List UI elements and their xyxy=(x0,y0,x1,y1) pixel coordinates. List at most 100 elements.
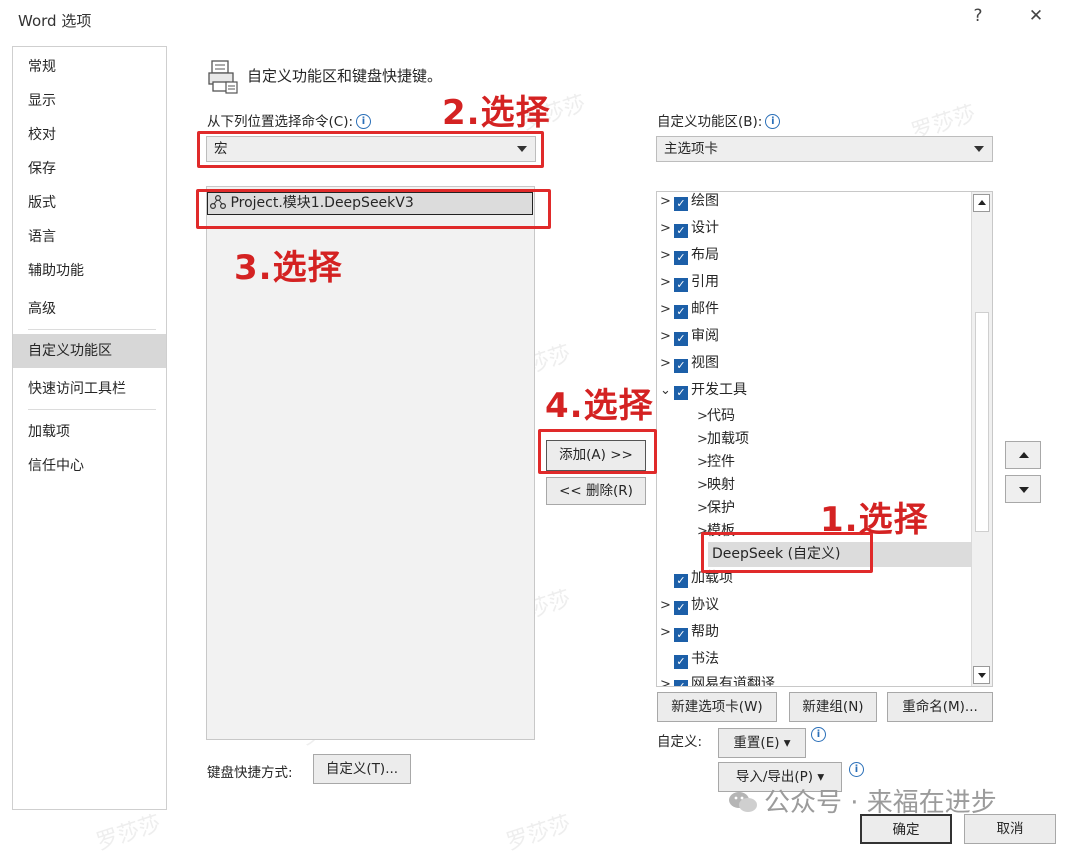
tree-item-youdao[interactable]: >✓网易有道翻译 xyxy=(660,671,775,686)
checkbox-checked-icon[interactable]: ✓ xyxy=(674,574,688,588)
annotation-step3: 3.选择 xyxy=(234,248,343,288)
sidebar-item-layout[interactable]: 版式 xyxy=(13,186,166,220)
tree-item-label: 代码 xyxy=(707,408,735,424)
checkbox-checked-icon[interactable]: ✓ xyxy=(674,305,688,319)
checkbox-checked-icon[interactable]: ✓ xyxy=(674,197,688,211)
page-title: 自定义功能区和键盘快捷键。 xyxy=(247,67,443,85)
sidebar-item-trust-center[interactable]: 信任中心 xyxy=(13,449,166,483)
chevron-right-icon: > xyxy=(660,329,671,344)
tree-item-label: 帮助 xyxy=(691,624,719,640)
tree-scrollbar[interactable] xyxy=(971,192,992,686)
chevron-down-icon xyxy=(974,146,984,152)
move-up-button[interactable] xyxy=(1005,441,1041,469)
reset-button[interactable]: 重置(E) ▾ xyxy=(718,728,806,758)
tree-item-design[interactable]: > ✓ 设计 xyxy=(660,215,719,241)
checkbox-checked-icon[interactable]: ✓ xyxy=(674,278,688,292)
sidebar-item-customize-ribbon[interactable]: 自定义功能区 xyxy=(13,334,166,368)
checkbox-checked-icon[interactable]: ✓ xyxy=(674,251,688,265)
tree-item-label: 加载项 xyxy=(707,431,749,447)
checkbox-checked-icon[interactable]: ✓ xyxy=(674,224,688,238)
scrollbar-thumb[interactable] xyxy=(975,312,989,532)
chevron-right-icon: > xyxy=(660,194,671,209)
scroll-up-arrow-icon[interactable] xyxy=(973,194,990,212)
customize-ribbon-label: 自定义功能区(B): i xyxy=(657,110,781,130)
checkbox-checked-icon[interactable]: ✓ xyxy=(674,655,688,669)
new-group-button[interactable]: 新建组(N) xyxy=(789,692,877,722)
tree-item-label: 映射 xyxy=(707,477,735,493)
sidebar-item-language[interactable]: 语言 xyxy=(13,220,166,254)
tree-item-label: 引用 xyxy=(691,274,719,290)
checkbox-checked-icon[interactable]: ✓ xyxy=(674,359,688,373)
chevron-right-icon: > xyxy=(660,275,671,290)
move-down-button[interactable] xyxy=(1005,475,1041,503)
info-icon: i xyxy=(356,114,372,129)
customizations-label: 自定义: xyxy=(657,734,703,750)
chevron-right-icon: > xyxy=(660,356,671,371)
keyboard-shortcuts-label: 键盘快捷方式: xyxy=(207,765,293,781)
tree-item-help[interactable]: > ✓ 帮助 xyxy=(660,619,719,645)
tree-item-label: 布局 xyxy=(691,247,719,263)
tree-item-label: 邮件 xyxy=(691,301,719,317)
annotation-step1: 1.选择 xyxy=(820,500,929,540)
checkbox-checked-icon[interactable]: ✓ xyxy=(674,680,688,686)
info-icon: i xyxy=(808,727,826,743)
annotation-step4: 4.选择 xyxy=(545,386,654,426)
tree-item-developer[interactable]: ⌄ ✓ 开发工具 xyxy=(660,377,747,403)
chevron-right-icon: > xyxy=(660,248,671,263)
sidebar-item-advanced[interactable]: 高级 xyxy=(13,292,166,326)
tree-item-mailings[interactable]: > ✓ 邮件 xyxy=(660,296,719,322)
annotation-box-step3 xyxy=(196,189,551,229)
tree-item-references[interactable]: > ✓ 引用 xyxy=(660,269,719,295)
chevron-right-icon: > xyxy=(660,302,671,317)
sidebar-item-quick-access-toolbar[interactable]: 快速访问工具栏 xyxy=(13,372,166,406)
customize-ribbon-dropdown[interactable]: 主选项卡 xyxy=(656,136,993,162)
checkbox-checked-icon[interactable]: ✓ xyxy=(674,332,688,346)
rename-button[interactable]: 重命名(M)... xyxy=(887,692,993,722)
tree-item-label: 网易有道翻译 xyxy=(691,676,775,686)
customize-ribbon-label-text: 自定义功能区(B): xyxy=(657,114,763,130)
choose-commands-label-text: 从下列位置选择命令(C): xyxy=(207,114,354,130)
tree-item-draw[interactable]: > ✓ 绘图 xyxy=(660,188,719,214)
tree-item-label: 绘图 xyxy=(691,193,719,209)
tree-item-review[interactable]: > ✓ 审阅 xyxy=(660,323,719,349)
chevron-right-icon: > xyxy=(660,625,671,640)
checkbox-checked-icon[interactable]: ✓ xyxy=(674,601,688,615)
annotation-box-step2 xyxy=(197,131,544,168)
chevron-right-icon: > xyxy=(660,677,671,686)
scroll-down-arrow-icon[interactable] xyxy=(973,666,990,684)
watermark-text: 罗莎莎 xyxy=(503,811,575,856)
annotation-step2: 2.选择 xyxy=(442,93,551,133)
tree-item-layout[interactable]: > ✓ 布局 xyxy=(660,242,719,268)
new-tab-button[interactable]: 新建选项卡(W) xyxy=(657,692,777,722)
sidebar-item-save[interactable]: 保存 xyxy=(13,152,166,186)
sidebar-divider xyxy=(28,329,156,330)
wechat-watermark: 公众号 · 来福在进步 xyxy=(728,782,997,819)
tree-item-label: 协议 xyxy=(691,597,719,613)
checkbox-checked-icon[interactable]: ✓ xyxy=(674,386,688,400)
remove-button[interactable]: << 删除(R) xyxy=(546,477,646,505)
sidebar-item-accessibility[interactable]: 辅助功能 xyxy=(13,254,166,288)
chevron-down-icon: ⌄ xyxy=(660,383,671,398)
sidebar-divider xyxy=(28,409,156,410)
tree-item-label: 控件 xyxy=(707,454,735,470)
tree-item-agreement[interactable]: > ✓ 协议 xyxy=(660,592,719,618)
tree-item-calligraphy[interactable]: ✓ 书法 xyxy=(660,646,719,672)
tree-item-label: 视图 xyxy=(691,355,719,371)
checkbox-checked-icon[interactable]: ✓ xyxy=(674,628,688,642)
close-button[interactable]: ✕ xyxy=(1022,6,1050,32)
sidebar-item-add-ins[interactable]: 加载项 xyxy=(13,415,166,449)
tree-item-label: 书法 xyxy=(691,651,719,667)
watermark-text: 罗莎莎 xyxy=(93,811,165,856)
choose-commands-label: 从下列位置选择命令(C): i xyxy=(207,110,372,130)
sidebar-item-general[interactable]: 常规 xyxy=(13,50,166,84)
help-button[interactable]: ? xyxy=(964,6,992,32)
tree-item-view[interactable]: > ✓ 视图 xyxy=(660,350,719,376)
wechat-icon xyxy=(729,792,757,812)
customize-ribbon-icon xyxy=(207,60,239,94)
sidebar-item-proofing[interactable]: 校对 xyxy=(13,118,166,152)
sidebar-item-display[interactable]: 显示 xyxy=(13,84,166,118)
window-title: Word 选项 xyxy=(18,12,92,30)
sidebar: 常规 显示 校对 保存 版式 语言 辅助功能 高级 自定义功能区 快速访问工具栏… xyxy=(12,46,167,810)
chevron-right-icon: > xyxy=(660,221,671,236)
keyboard-customize-button[interactable]: 自定义(T)... xyxy=(313,754,411,784)
